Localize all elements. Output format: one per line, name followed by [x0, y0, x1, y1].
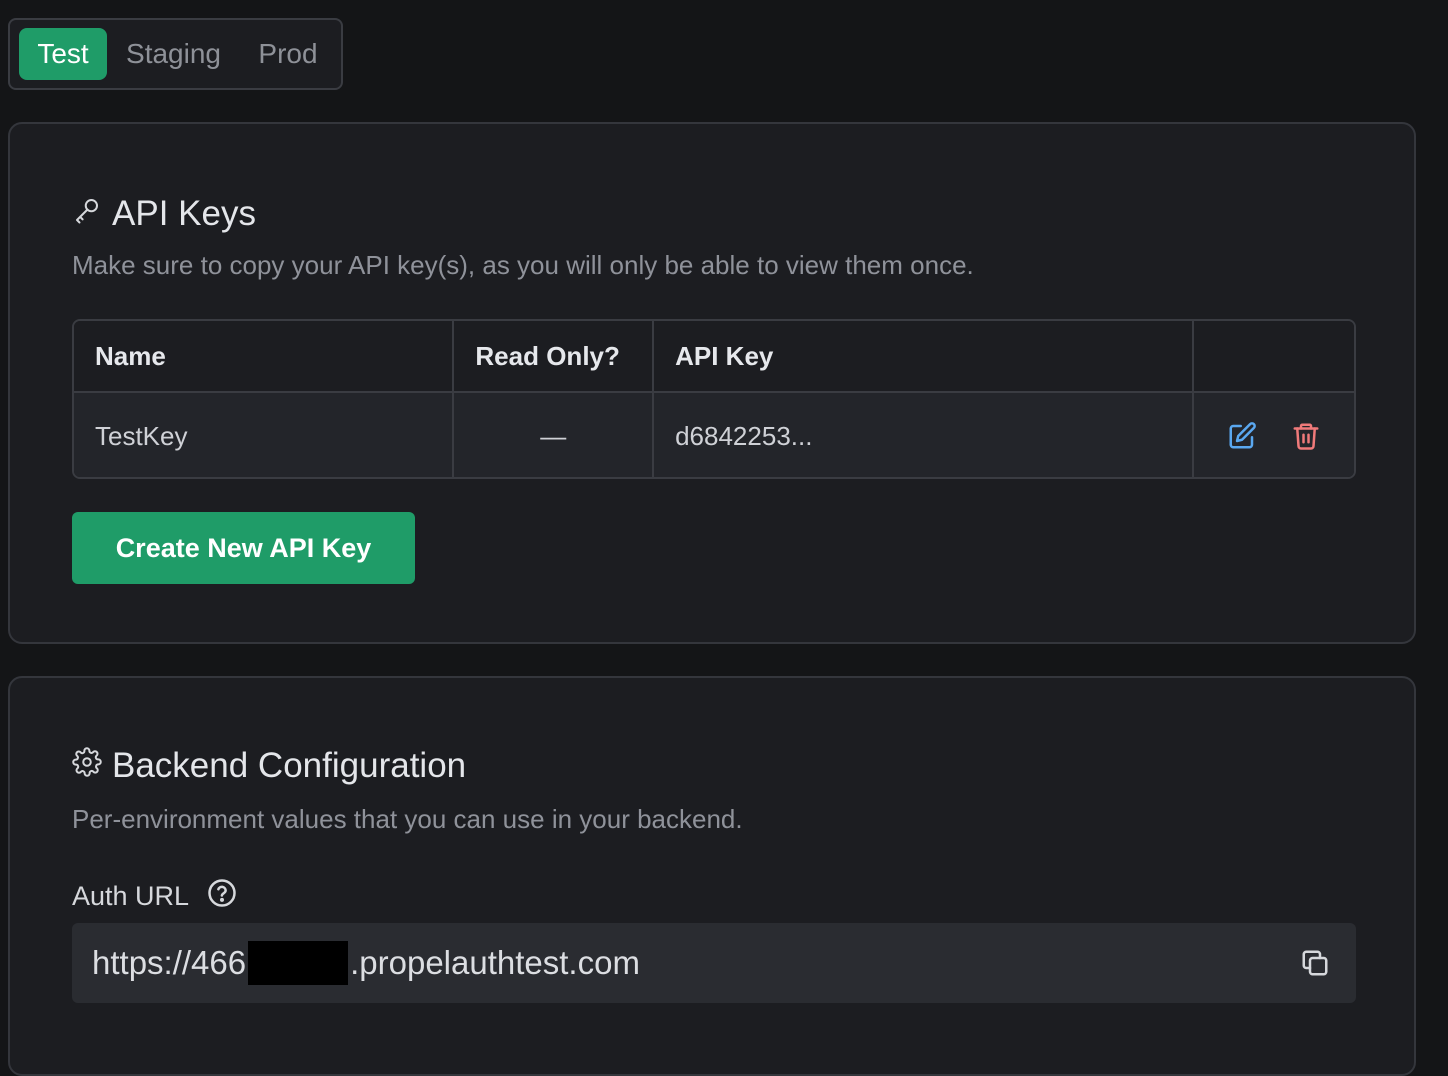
api-keys-table: Name Read Only? API Key TestKey — d68422… [72, 319, 1356, 479]
copy-icon[interactable] [1300, 948, 1330, 978]
edit-icon[interactable] [1227, 421, 1257, 451]
trash-icon[interactable] [1291, 421, 1321, 451]
backend-subtitle: Per-environment values that you can use … [72, 804, 743, 834]
redaction-block [248, 941, 349, 985]
backend-title: Backend Configuration [112, 746, 467, 785]
tab-staging[interactable]: Staging [107, 28, 240, 80]
tab-prod[interactable]: Prod [240, 28, 336, 80]
tab-test[interactable]: Test [19, 28, 107, 80]
auth-url-label-row: Auth URL [72, 878, 237, 915]
column-header-actions [1194, 321, 1354, 391]
backend-configuration-card: Backend Configuration Per-environment va… [8, 676, 1416, 1076]
auth-url-label: Auth URL [72, 881, 190, 911]
create-api-key-button[interactable]: Create New API Key [72, 512, 415, 584]
column-header-api-key: API Key [654, 321, 1195, 391]
api-keys-card: API Keys Make sure to copy your API key(… [8, 122, 1416, 644]
backend-heading: Backend Configuration [72, 746, 466, 786]
api-keys-subtitle: Make sure to copy your API key(s), as yo… [72, 250, 974, 280]
auth-url-field: https://466 .propelauthtest.com [72, 923, 1356, 1003]
environment-switcher: Test Staging Prod [8, 18, 343, 90]
read-only-cell: — [454, 393, 655, 477]
help-circle-icon[interactable] [207, 878, 237, 915]
table-header-row: Name Read Only? API Key [74, 321, 1354, 393]
api-key-cell: d6842253... [654, 393, 1195, 477]
gear-icon [72, 746, 102, 786]
auth-url-prefix: https://466 [92, 944, 247, 981]
table-row: TestKey — d6842253... [74, 393, 1354, 477]
key-name-cell: TestKey [74, 393, 455, 477]
api-keys-heading: API Keys [72, 194, 256, 234]
auth-url-suffix: .propelauthtest.com [350, 944, 640, 981]
column-header-read-only: Read Only? [454, 321, 655, 391]
column-header-name: Name [74, 321, 455, 391]
row-actions [1194, 393, 1354, 477]
key-icon [72, 194, 102, 234]
api-keys-title: API Keys [112, 194, 256, 233]
